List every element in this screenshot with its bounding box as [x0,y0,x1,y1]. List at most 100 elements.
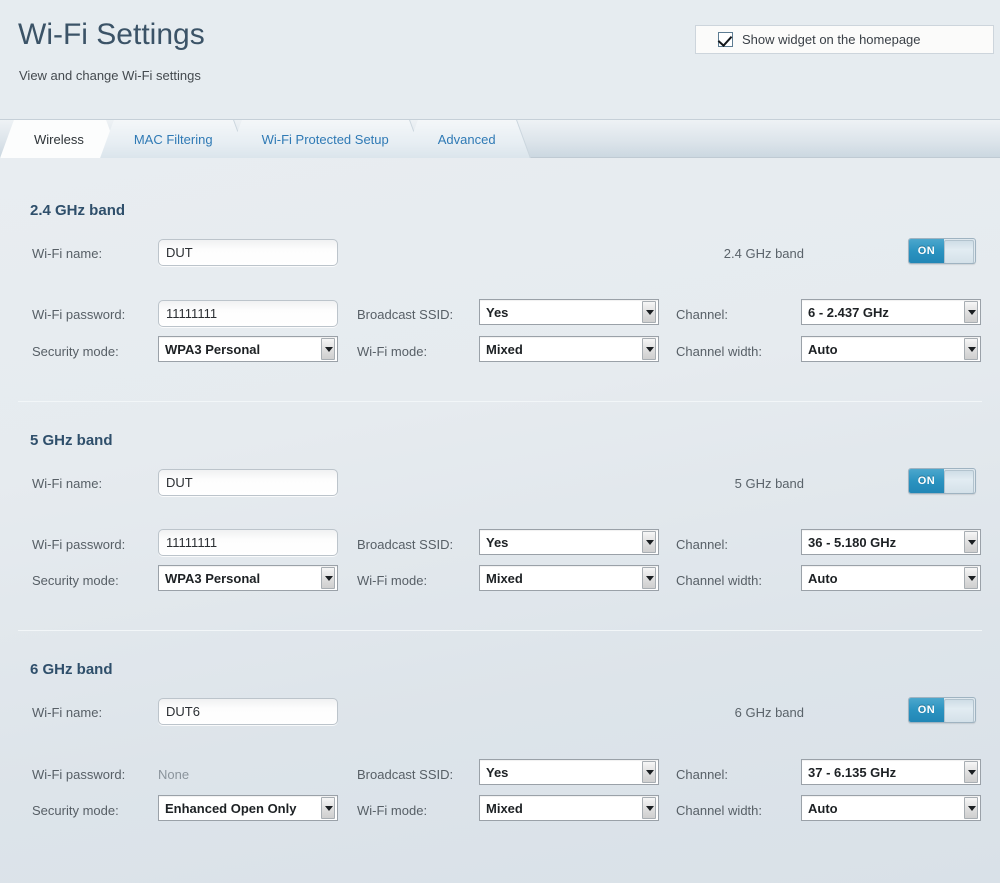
chevron-down-icon[interactable] [642,531,656,553]
security-mode-select-2-4ghz[interactable]: WPA3 Personal [158,336,338,362]
band-toggle-label-5ghz: 5 GHz band [734,476,804,491]
band-toggle-label-2-4ghz: 2.4 GHz band [723,246,804,261]
toggle-on-text: ON [909,698,944,722]
toggle-knob[interactable] [944,470,974,493]
chevron-down-icon[interactable] [642,338,656,360]
channel-select-5ghz[interactable]: 36 - 5.180 GHz [801,529,981,555]
security-mode-label: Security mode: [32,344,119,359]
band-toggle-label-6ghz: 6 GHz band [734,705,804,720]
select-value: 6 - 2.437 GHz [808,304,889,320]
wifi-name-label: Wi-Fi name: [32,246,103,261]
select-value: Yes [486,534,509,550]
channel-width-select-5ghz[interactable]: Auto [801,565,981,591]
channel-width-label: Channel width: [676,573,762,588]
broadcast-ssid-select-2-4ghz[interactable]: Yes [479,299,659,325]
show-widget-checkbox[interactable] [718,32,733,47]
select-value: Mixed [486,570,523,586]
toggle-knob[interactable] [944,699,974,722]
band-toggle-5ghz[interactable]: ON [908,468,976,494]
wifi-name-label: Wi-Fi name: [32,705,103,720]
chevron-down-icon[interactable] [964,567,978,589]
wifi-password-input-5ghz[interactable] [158,529,338,556]
tab-wifi-protected-setup[interactable]: Wi-Fi Protected Setup [227,120,424,158]
security-mode-select-5ghz[interactable]: WPA3 Personal [158,565,338,591]
channel-width-label: Channel width: [676,344,762,359]
toggle-knob[interactable] [944,240,974,263]
security-mode-select-6ghz[interactable]: Enhanced Open Only [158,795,338,821]
chevron-down-icon[interactable] [321,567,335,589]
chevron-down-icon[interactable] [642,761,656,783]
wifi-password-label: Wi-Fi password: [32,307,126,322]
section-divider [18,630,982,631]
wifi-password-label: Wi-Fi password: [32,537,126,552]
tab-mac-filtering[interactable]: MAC Filtering [99,120,248,158]
section-divider [18,401,982,402]
chevron-down-icon[interactable] [964,531,978,553]
channel-select-2-4ghz[interactable]: 6 - 2.437 GHz [801,299,981,325]
chevron-down-icon[interactable] [964,301,978,323]
band-toggle-6ghz[interactable]: ON [908,697,976,723]
security-mode-label: Security mode: [32,573,119,588]
toggle-on-text: ON [909,239,944,263]
wifi-name-input-6ghz[interactable] [158,698,338,725]
chevron-down-icon[interactable] [642,301,656,323]
select-value: Auto [808,570,838,586]
chevron-down-icon[interactable] [964,761,978,783]
tab-label: Wireless [34,131,84,147]
wifi-password-label: Wi-Fi password: [32,767,126,782]
wifi-name-input-5ghz[interactable] [158,469,338,496]
chevron-down-icon[interactable] [964,797,978,819]
wifi-name-input-2-4ghz[interactable] [158,239,338,266]
wifi-mode-select-2-4ghz[interactable]: Mixed [479,336,659,362]
tab-bar: Wireless MAC Filtering Wi-Fi Protected S… [0,120,1000,158]
select-value: 37 - 6.135 GHz [808,764,897,780]
chevron-down-icon[interactable] [964,338,978,360]
broadcast-ssid-label: Broadcast SSID: [357,767,454,782]
wifi-name-label: Wi-Fi name: [32,476,103,491]
wifi-mode-label: Wi-Fi mode: [357,803,428,818]
chevron-down-icon[interactable] [321,797,335,819]
select-value: Mixed [486,800,523,816]
band-title: 6 GHz band [30,661,113,678]
select-value: Yes [486,764,509,780]
select-value: Auto [808,800,838,816]
tab-label: Advanced [437,131,496,147]
wifi-mode-select-6ghz[interactable]: Mixed [479,795,659,821]
tab-label: Wi-Fi Protected Setup [261,131,389,147]
select-value: WPA3 Personal [165,341,261,357]
security-mode-label: Security mode: [32,803,119,818]
tab-advanced[interactable]: Advanced [403,120,531,158]
channel-width-label: Channel width: [676,803,762,818]
wifi-mode-label: Wi-Fi mode: [357,573,428,588]
wifi-password-input-2-4ghz[interactable] [158,300,338,327]
select-value: Mixed [486,341,523,357]
tab-left-edge [0,120,36,158]
channel-select-6ghz[interactable]: 37 - 6.135 GHz [801,759,981,785]
page-header: Wi-Fi Settings View and change Wi-Fi set… [0,0,1000,120]
broadcast-ssid-label: Broadcast SSID: [357,307,454,322]
chevron-down-icon[interactable] [321,338,335,360]
broadcast-ssid-select-5ghz[interactable]: Yes [479,529,659,555]
chevron-down-icon[interactable] [642,567,656,589]
select-value: WPA3 Personal [165,570,261,586]
broadcast-ssid-select-6ghz[interactable]: Yes [479,759,659,785]
channel-label: Channel: [676,307,729,322]
show-widget-label: Show widget on the homepage [742,32,921,47]
wifi-settings-page: Wi-Fi Settings View and change Wi-Fi set… [0,0,1000,883]
page-subtitle: View and change Wi-Fi settings [19,68,201,83]
select-value: Enhanced Open Only [165,800,297,816]
tab-label: MAC Filtering [133,131,213,147]
channel-label: Channel: [676,767,729,782]
channel-width-select-6ghz[interactable]: Auto [801,795,981,821]
page-title: Wi-Fi Settings [18,18,205,51]
show-widget-checkbox-row[interactable]: Show widget on the homepage [695,25,994,54]
wifi-mode-select-5ghz[interactable]: Mixed [479,565,659,591]
channel-width-select-2-4ghz[interactable]: Auto [801,336,981,362]
broadcast-ssid-label: Broadcast SSID: [357,537,454,552]
band-toggle-2-4ghz[interactable]: ON [908,238,976,264]
tab-wireless[interactable]: Wireless [0,120,120,158]
wifi-password-value-6ghz: None [158,767,190,782]
tab-right-edge [494,120,531,158]
band-title: 5 GHz band [30,432,113,449]
chevron-down-icon[interactable] [642,797,656,819]
